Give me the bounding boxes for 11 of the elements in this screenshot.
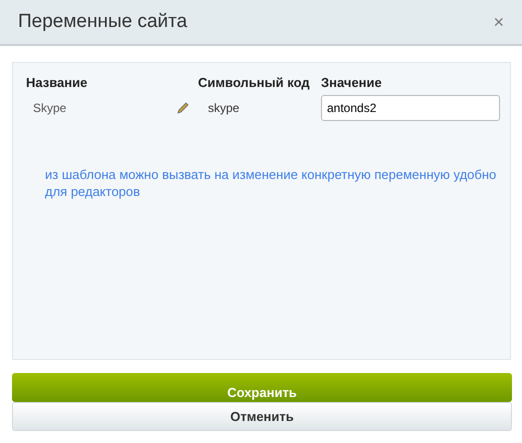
variable-code: skype xyxy=(207,101,240,115)
cancel-button[interactable]: Отменить xyxy=(12,402,512,431)
note-text: из шаблона можно вызвать на изменение конкретную переменную удобно для редакторов xyxy=(45,166,498,200)
window-title: Переменные сайта xyxy=(18,11,188,33)
close-button[interactable]: × xyxy=(493,12,504,32)
pencil-icon[interactable] xyxy=(176,101,190,115)
column-header: Название xyxy=(26,75,88,90)
column-header: Значение xyxy=(321,75,383,90)
variable-name: Skype xyxy=(32,101,68,115)
column-header: Символьный код xyxy=(198,75,311,90)
value-input[interactable]: antonds2 xyxy=(321,95,500,121)
